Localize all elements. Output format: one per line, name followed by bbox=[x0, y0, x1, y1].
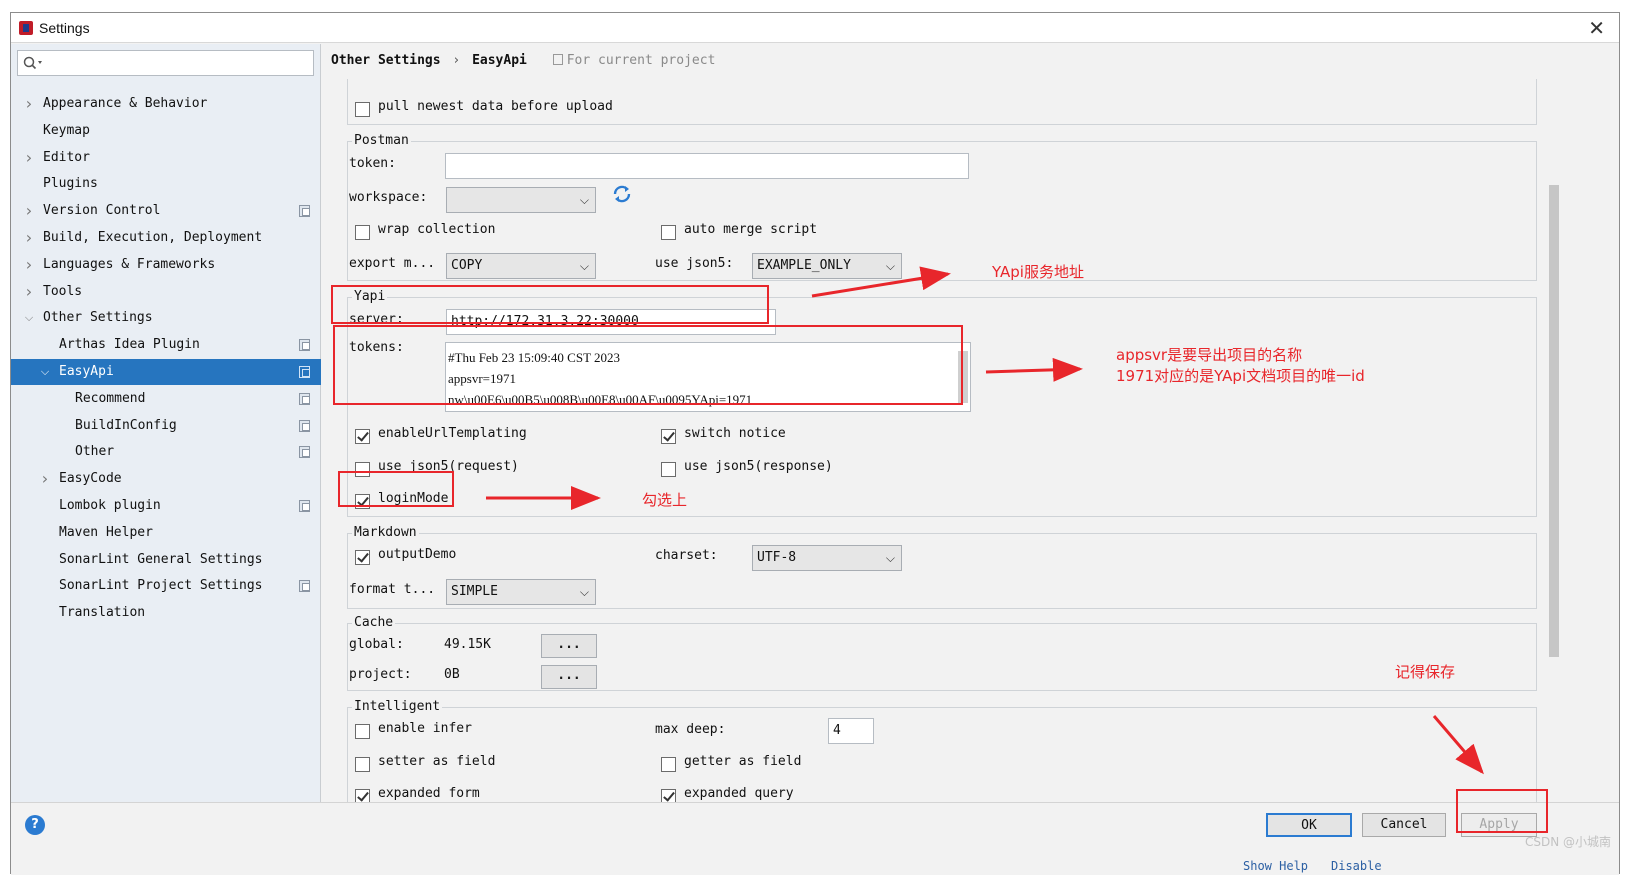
server-arrow bbox=[811, 266, 951, 298]
save-annotation: 记得保存 bbox=[1395, 663, 1456, 681]
tokens-annotation-line-1: appsvr是要导出项目的名称 bbox=[1116, 346, 1303, 364]
login-annotation: 勾选上 bbox=[642, 491, 688, 509]
annotation-arrows bbox=[486, 266, 1484, 775]
server-annotation: YApi服务地址 bbox=[992, 263, 1084, 281]
tokens-arrow bbox=[985, 357, 1083, 382]
apply-arrow bbox=[1432, 715, 1484, 775]
tokens-annotation-line-2: 1971对应的是YApi文档项目的唯一id bbox=[1116, 367, 1365, 385]
